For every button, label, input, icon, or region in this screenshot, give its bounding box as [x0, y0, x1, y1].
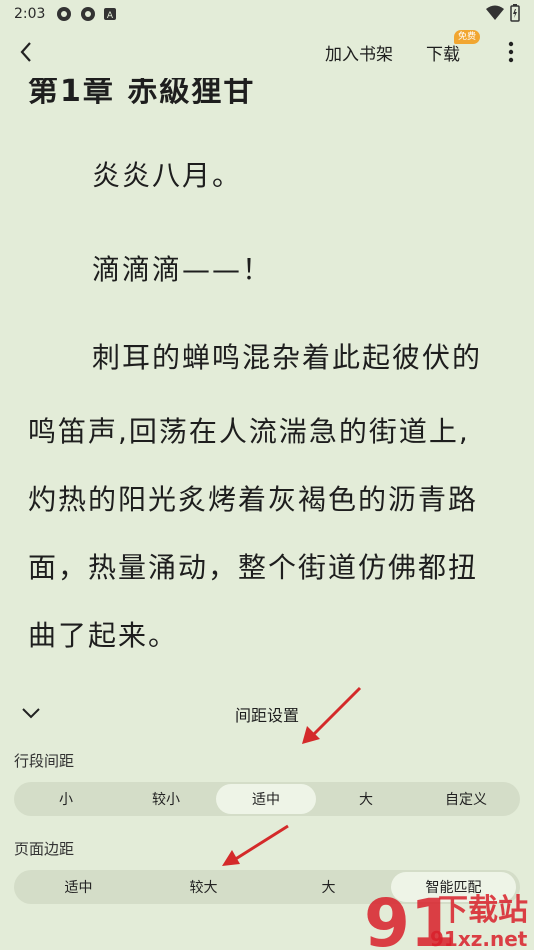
paragraph-line: 刺耳的蝉鸣混杂着此起彼伏的 [92, 341, 483, 374]
svg-text:下载站: 下载站 [438, 893, 528, 928]
line-spacing-option-custom[interactable]: 自定义 [416, 784, 516, 814]
paragraph-line: 滴滴滴——！ [92, 253, 273, 286]
line-spacing-selector: 小 较小 适中 大 自定义 [14, 782, 520, 816]
svg-text:91xz.net: 91xz.net [430, 927, 528, 950]
reader-content: 第1章 赤級狸甘 炎炎八月。 滴滴滴——！ 刺耳的蝉鸣混杂着此起彼伏的 鸣笛声,… [0, 60, 534, 686]
paragraph-line: 灼热的阳光炙烤着灰褐色的沥青路 [28, 483, 479, 516]
site-watermark-logo: 91 下载站 91xz.net [364, 886, 528, 950]
line-spacing-option-small[interactable]: 小 [16, 784, 116, 814]
battery-icon [510, 4, 520, 26]
page-margin-option-medium[interactable]: 适中 [16, 872, 141, 902]
paragraph-line: 鸣笛声,回荡在人流湍急的街道上, [28, 415, 470, 448]
line-spacing-option-medium[interactable]: 适中 [216, 784, 316, 814]
app-notification-icon [55, 5, 73, 23]
page-margin-label: 页面边距 [14, 840, 75, 858]
line-spacing-label: 行段间距 [14, 752, 75, 770]
status-time: 2:03 [14, 6, 46, 22]
status-bar: 2:03 A [0, 0, 534, 28]
app-notification-icon [79, 5, 97, 23]
free-badge: 免费 [454, 30, 481, 44]
panel-title: 间距设置 [234, 706, 299, 725]
line-spacing-option-smaller[interactable]: 较小 [116, 784, 216, 814]
line-spacing-option-large[interactable]: 大 [316, 784, 416, 814]
text-notification-icon: A [103, 7, 117, 21]
annotation-arrow [222, 824, 289, 866]
chapter-title: 第1章 赤級狸甘 [28, 74, 256, 109]
paragraph-line: 炎炎八月。 [92, 159, 243, 192]
paragraph-line: 面，热量涌动，整个街道仿佛都扭 [28, 551, 479, 584]
annotation-arrow [302, 686, 362, 744]
svg-text:A: A [107, 11, 114, 21]
paragraph-line: 曲了起来。 [28, 619, 179, 652]
page-margin-option-larger[interactable]: 较大 [141, 872, 266, 902]
wifi-icon [486, 5, 504, 25]
